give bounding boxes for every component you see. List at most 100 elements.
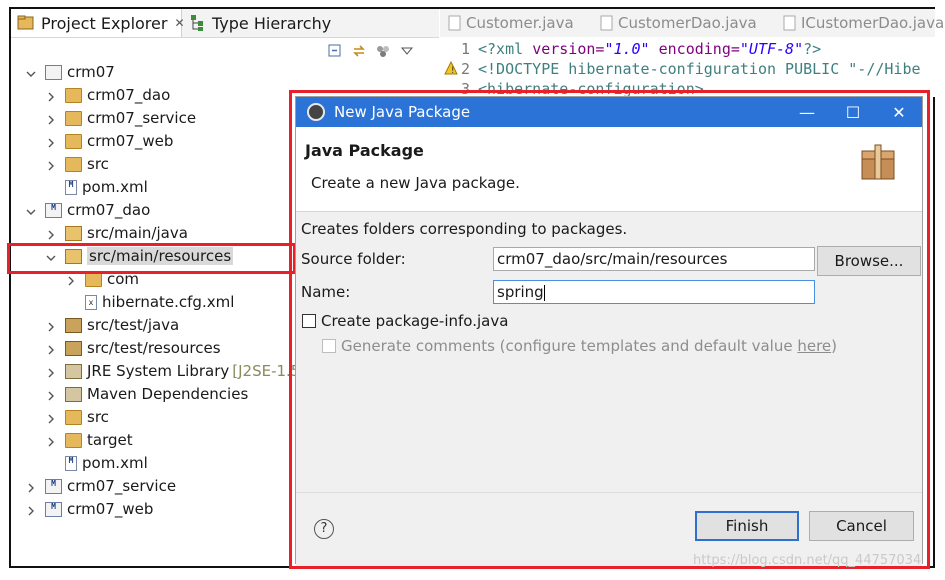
chevron-right-icon[interactable] [45,227,57,240]
tree-item-label: pom.xml [82,454,148,472]
tree-item-crm07-service[interactable]: M crm07_service [25,475,176,497]
view-menu-icon[interactable] [399,43,415,59]
left-view-tabbar: Project Explorer ✕ Type Hierarchy [11,9,439,38]
editor-tab-label: ICustomerDao.java [801,14,945,32]
code-token: <!DOCTYPE hibernate-configuration PUBLIC… [478,60,921,78]
warning-icon: ! [444,60,458,79]
tree-item-label: Maven Dependencies [87,385,249,403]
chevron-right-icon[interactable] [45,434,57,447]
tree-item-label: target [87,431,133,449]
svg-text:!: ! [450,66,455,75]
tree-item-label: crm07_web [67,500,154,518]
folder-icon [65,432,82,448]
chevron-right-icon[interactable] [45,319,57,332]
tree-item-src-test-resources[interactable]: src/test/resources [45,337,221,359]
tree-item-target[interactable]: target [45,429,133,451]
tree-item-crm07[interactable]: crm07 [25,61,115,83]
tree-item-label: src/test/java [87,316,180,334]
chevron-right-icon[interactable] [45,342,57,355]
java-file-icon [448,14,462,32]
tree-item-hibernate-cfg[interactable]: x hibernate.cfg.xml [85,291,234,313]
tree-item-crm07-service-module[interactable]: crm07_service [45,107,196,129]
source-folder-icon [65,340,82,356]
tab-type-hierarchy[interactable]: Type Hierarchy [182,9,439,37]
tree-item-src-main-java[interactable]: src/main/java [45,222,188,244]
tree-item-label: crm07_service [87,109,197,127]
tree-item-label: src [87,408,109,426]
watermark-text: https://blog.csdn.net/qq_44757034 [693,553,922,568]
editor-tab-customer-java[interactable]: Customer.java [448,9,574,37]
tab-project-explorer-label: Project Explorer [41,13,168,33]
editor-tab-label: Customer.java [466,14,574,32]
tree-item-label: crm07_service [67,477,177,495]
code-line: 1 <?xml version= "1.0" encoding= "UTF-8"… [440,39,821,59]
project-explorer-icon [17,14,35,32]
tree-item-pom-xml[interactable]: M pom.xml [65,176,148,198]
folder-icon [65,110,82,126]
tree-item-label: crm07 [67,63,115,81]
maven-project-icon: M [45,478,62,494]
editor-tab-icustomerdao-java[interactable]: ICustomerDao.java [783,9,944,37]
maven-pom-icon: M [65,179,77,195]
chevron-down-icon[interactable] [25,204,37,216]
folder-icon [65,156,82,172]
code-token: <?xml [478,40,533,58]
chevron-down-icon[interactable] [25,66,37,78]
collapse-all-icon[interactable] [327,43,343,59]
tree-item-crm07-dao-module[interactable]: crm07_dao [45,84,170,106]
chevron-right-icon[interactable] [25,480,37,493]
xml-file-icon: x [85,294,97,310]
tree-item-pom-xml-2[interactable]: M pom.xml [65,452,148,474]
tab-project-explorer[interactable]: Project Explorer ✕ [11,9,185,37]
source-folder-icon [65,317,82,333]
java-file-icon [783,14,797,32]
chevron-right-icon[interactable] [45,112,57,125]
focus-icon[interactable] [375,43,391,59]
code-editor[interactable]: 1 <?xml version= "1.0" encoding= "UTF-8"… [440,37,935,97]
chevron-right-icon[interactable] [65,273,77,286]
tree-item-crm07-dao[interactable]: M crm07_dao [25,199,150,221]
tree-item-label: crm07_web [87,132,174,150]
chevron-right-icon[interactable] [45,89,57,102]
library-icon [65,363,82,379]
chevron-right-icon[interactable] [45,135,57,148]
tree-item-label: crm07_dao [87,86,171,104]
code-token: "UTF-8" [739,40,804,58]
tree-item-crm07-web-module[interactable]: crm07_web [45,130,173,152]
type-hierarchy-icon [188,14,206,32]
project-folder-icon [45,64,62,80]
tree-item-maven-dependencies[interactable]: Maven Dependencies [45,383,248,405]
maven-project-icon: M [45,202,62,218]
tree-item-crm07-web[interactable]: M crm07_web [25,498,153,520]
editor-tabbar: Customer.java CustomerDao.java ICustomer… [440,9,944,38]
chevron-right-icon[interactable] [45,158,57,171]
tree-item-label: pom.xml [82,178,148,196]
chevron-right-icon[interactable] [45,388,57,401]
tree-item-label: hibernate.cfg.xml [102,293,235,311]
editor-tab-label: CustomerDao.java [618,14,757,32]
tree-item-src-test-java[interactable]: src/test/java [45,314,179,336]
maven-pom-icon: M [65,455,77,471]
editor-tab-customerdao-java[interactable]: CustomerDao.java [600,9,757,37]
explorer-toolbar [327,40,437,62]
folder-icon [65,409,82,425]
chevron-right-icon[interactable] [45,365,57,378]
chevron-right-icon[interactable] [25,503,37,516]
link-with-editor-icon[interactable] [351,43,367,59]
folder-icon [65,87,82,103]
java-file-icon [600,14,614,32]
tree-item-label: src/test/resources [87,339,221,357]
tree-item-src[interactable]: src [45,153,109,175]
code-token: "1.0" [604,40,650,58]
maven-project-icon: M [45,501,62,517]
code-line: ! 2 <!DOCTYPE hibernate-configuration PU… [440,59,921,79]
tree-item-label: JRE System Library [87,362,230,380]
tree-item-label: src/main/java [87,224,188,242]
tree-item-jre-library[interactable]: JRE System Library [J2SE-1.5] [45,360,306,382]
highlight-dialog [289,90,930,569]
source-folder-icon [65,225,82,241]
code-token: ?> [803,40,822,58]
library-icon [65,386,82,402]
tree-item-src-2[interactable]: src [45,406,109,428]
chevron-right-icon[interactable] [45,411,57,424]
